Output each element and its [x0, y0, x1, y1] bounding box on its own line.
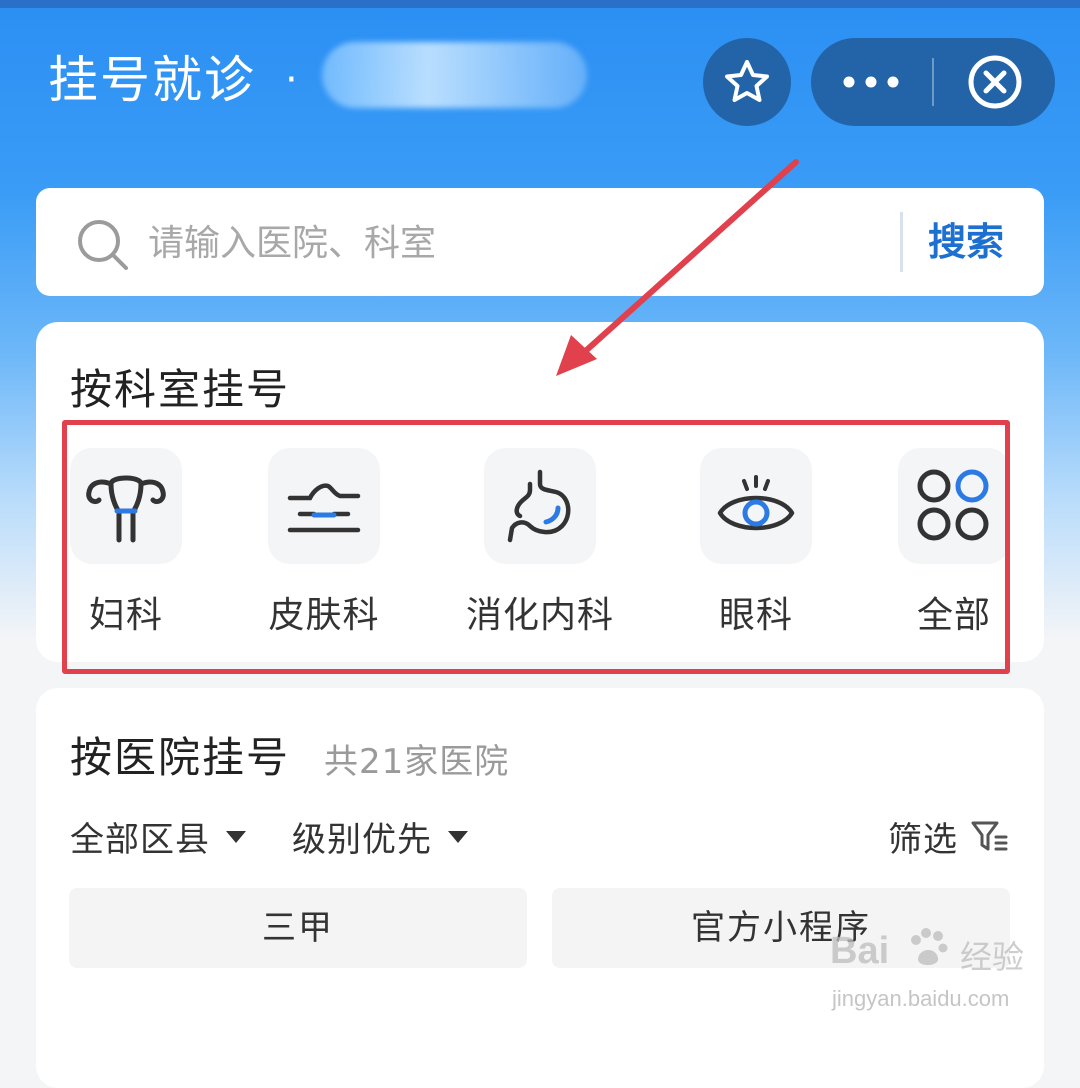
baidu-watermark: Bai 经验 jingyan.baidu.com: [830, 926, 1050, 1026]
watermark-url: jingyan.baidu.com: [832, 986, 1010, 1011]
grid-icon: [917, 469, 989, 541]
favorite-button[interactable]: [703, 38, 791, 126]
more-dots-icon: [843, 76, 899, 88]
filter-funnel-icon: [971, 821, 1008, 850]
dept-item-ophthalmology[interactable]: 眼科: [676, 448, 836, 638]
dept-icon-tile: [70, 448, 182, 564]
watermark-suffix: 经验: [960, 938, 1025, 976]
watermark-brand: Bai: [830, 930, 890, 972]
dept-icon-tile: [700, 448, 812, 564]
dept-item-gastroenterology[interactable]: 消化内科: [460, 448, 620, 638]
status-strip: [0, 0, 1080, 8]
district-dropdown[interactable]: 全部区县: [70, 812, 246, 861]
eye-icon: [717, 475, 795, 531]
dept-icon-tile: [484, 448, 596, 564]
sort-dropdown-label: 级别优先: [292, 820, 432, 860]
capsule-divider: [932, 58, 934, 106]
uterus-icon: [86, 475, 166, 543]
hospital-section-title: 按医院挂号: [70, 733, 291, 782]
miniapp-capsule: [811, 38, 1055, 126]
star-icon: [725, 60, 769, 102]
title-separator: ·: [285, 57, 298, 103]
close-circle-icon: [968, 55, 1022, 109]
more-button[interactable]: [811, 38, 931, 126]
dept-icon-tile: [268, 448, 380, 564]
blurred-city-name: [322, 42, 587, 108]
department-section-title: 按科室挂号: [70, 365, 291, 414]
chip-tier-three-a[interactable]: 三甲: [69, 888, 527, 968]
caret-down-icon: [226, 830, 246, 843]
dept-label: 消化内科: [465, 595, 614, 636]
dept-item-all[interactable]: 全部: [874, 448, 1034, 638]
caret-down-icon: [448, 830, 468, 843]
paw-logo-icon: [911, 928, 948, 966]
stomach-icon: [507, 469, 571, 543]
filter-label: 筛选: [888, 820, 958, 860]
skin-icon: [287, 483, 361, 533]
filter-button[interactable]: 筛选: [888, 812, 1010, 861]
search-input[interactable]: [146, 212, 890, 274]
dept-label: 皮肤科: [268, 595, 380, 636]
search-divider: [900, 212, 903, 272]
district-dropdown-label: 全部区县: [70, 820, 210, 860]
dept-item-gynecology[interactable]: 妇科: [46, 448, 206, 638]
dept-icon-tile: [898, 448, 1010, 564]
page-title: 挂号就诊: [48, 51, 256, 109]
dept-label: 眼科: [718, 595, 793, 636]
department-card: 按科室挂号 妇科 皮肤科 消化内科 眼科 全部: [36, 322, 1044, 662]
search-bar: 搜索: [36, 188, 1044, 296]
hospital-count: 共21家医院: [324, 742, 510, 782]
dept-label: 全部: [916, 595, 991, 636]
dept-item-dermatology[interactable]: 皮肤科: [244, 448, 404, 638]
dept-label: 妇科: [88, 595, 163, 636]
search-button[interactable]: 搜索: [928, 212, 1004, 272]
search-icon: [78, 220, 128, 270]
sort-dropdown[interactable]: 级别优先: [292, 812, 468, 861]
hospital-card: 按医院挂号 共21家医院 全部区县 级别优先 筛选 三甲 官方小程序: [36, 688, 1044, 1088]
close-button[interactable]: [935, 38, 1055, 126]
